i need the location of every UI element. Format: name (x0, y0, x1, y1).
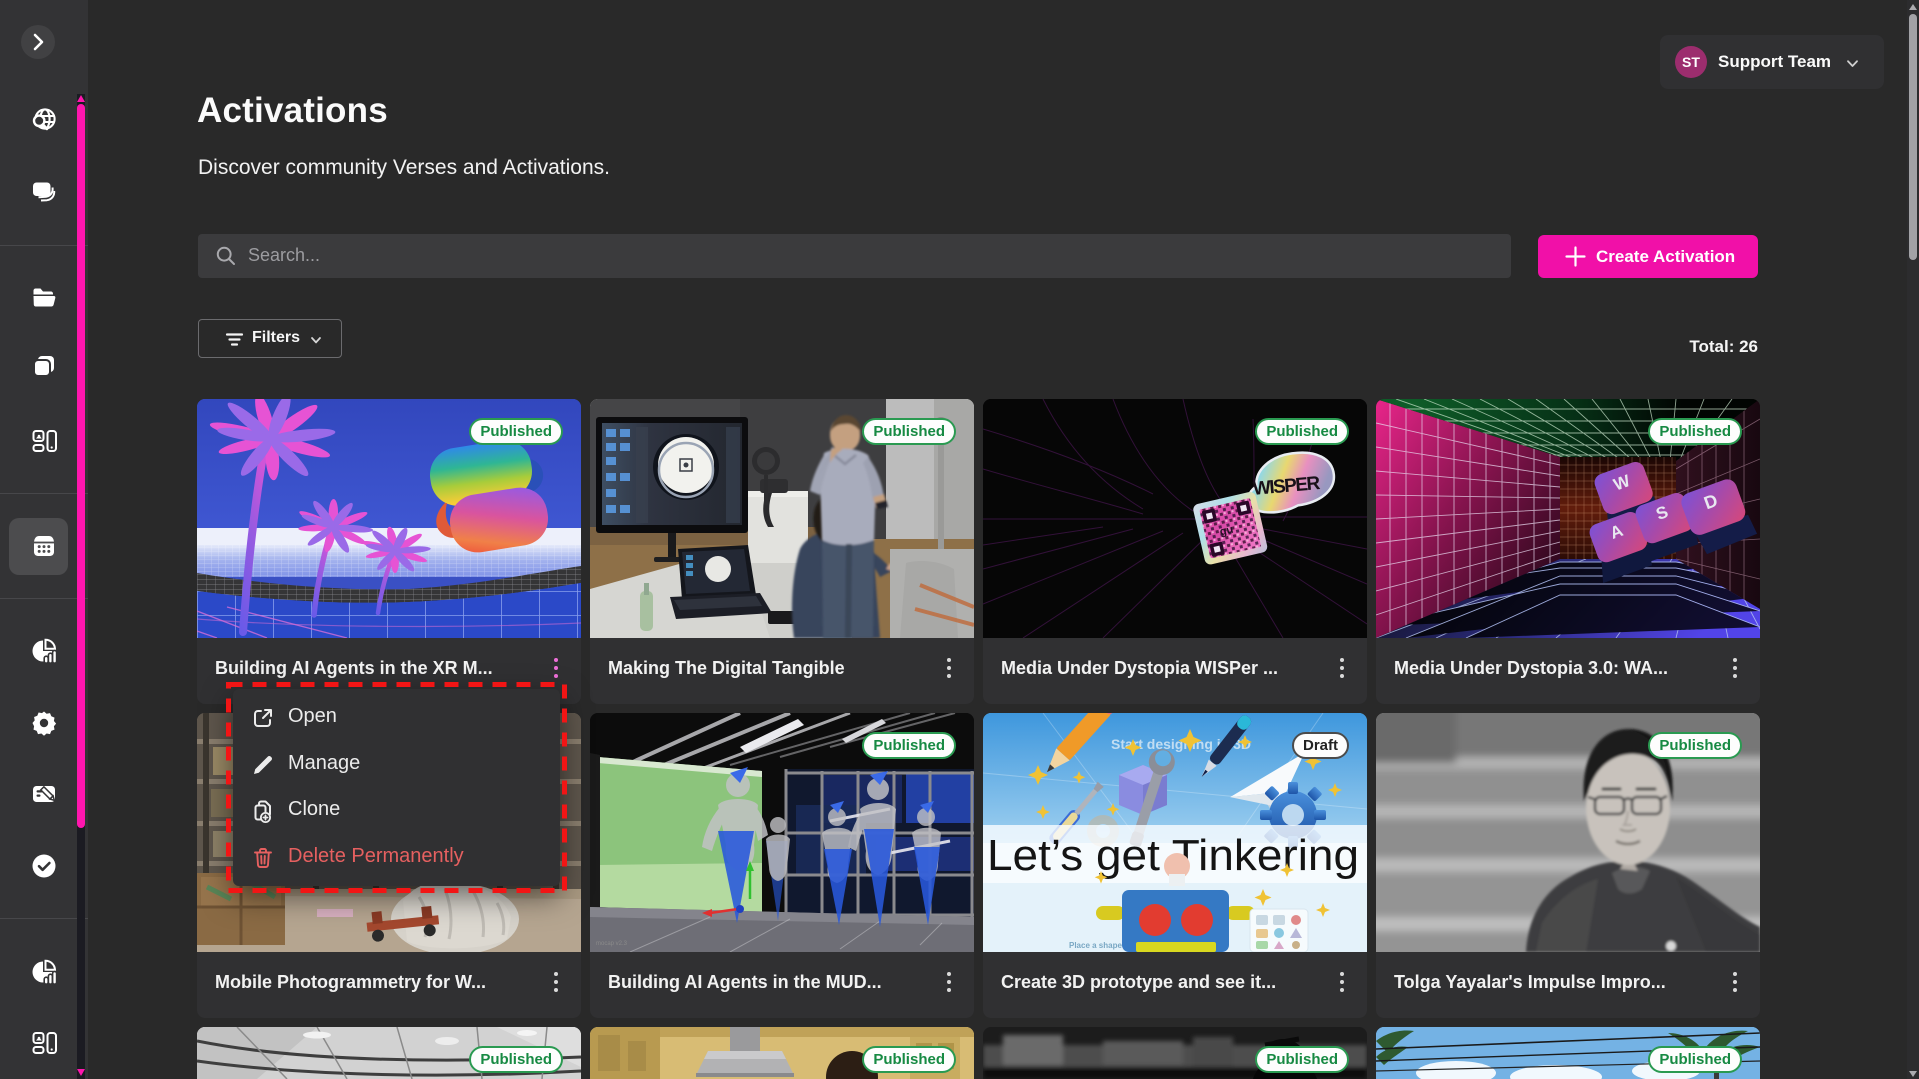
svg-text:mocap v2.3: mocap v2.3 (596, 941, 628, 947)
svg-text:Place a shape: Place a shape (1069, 941, 1122, 950)
